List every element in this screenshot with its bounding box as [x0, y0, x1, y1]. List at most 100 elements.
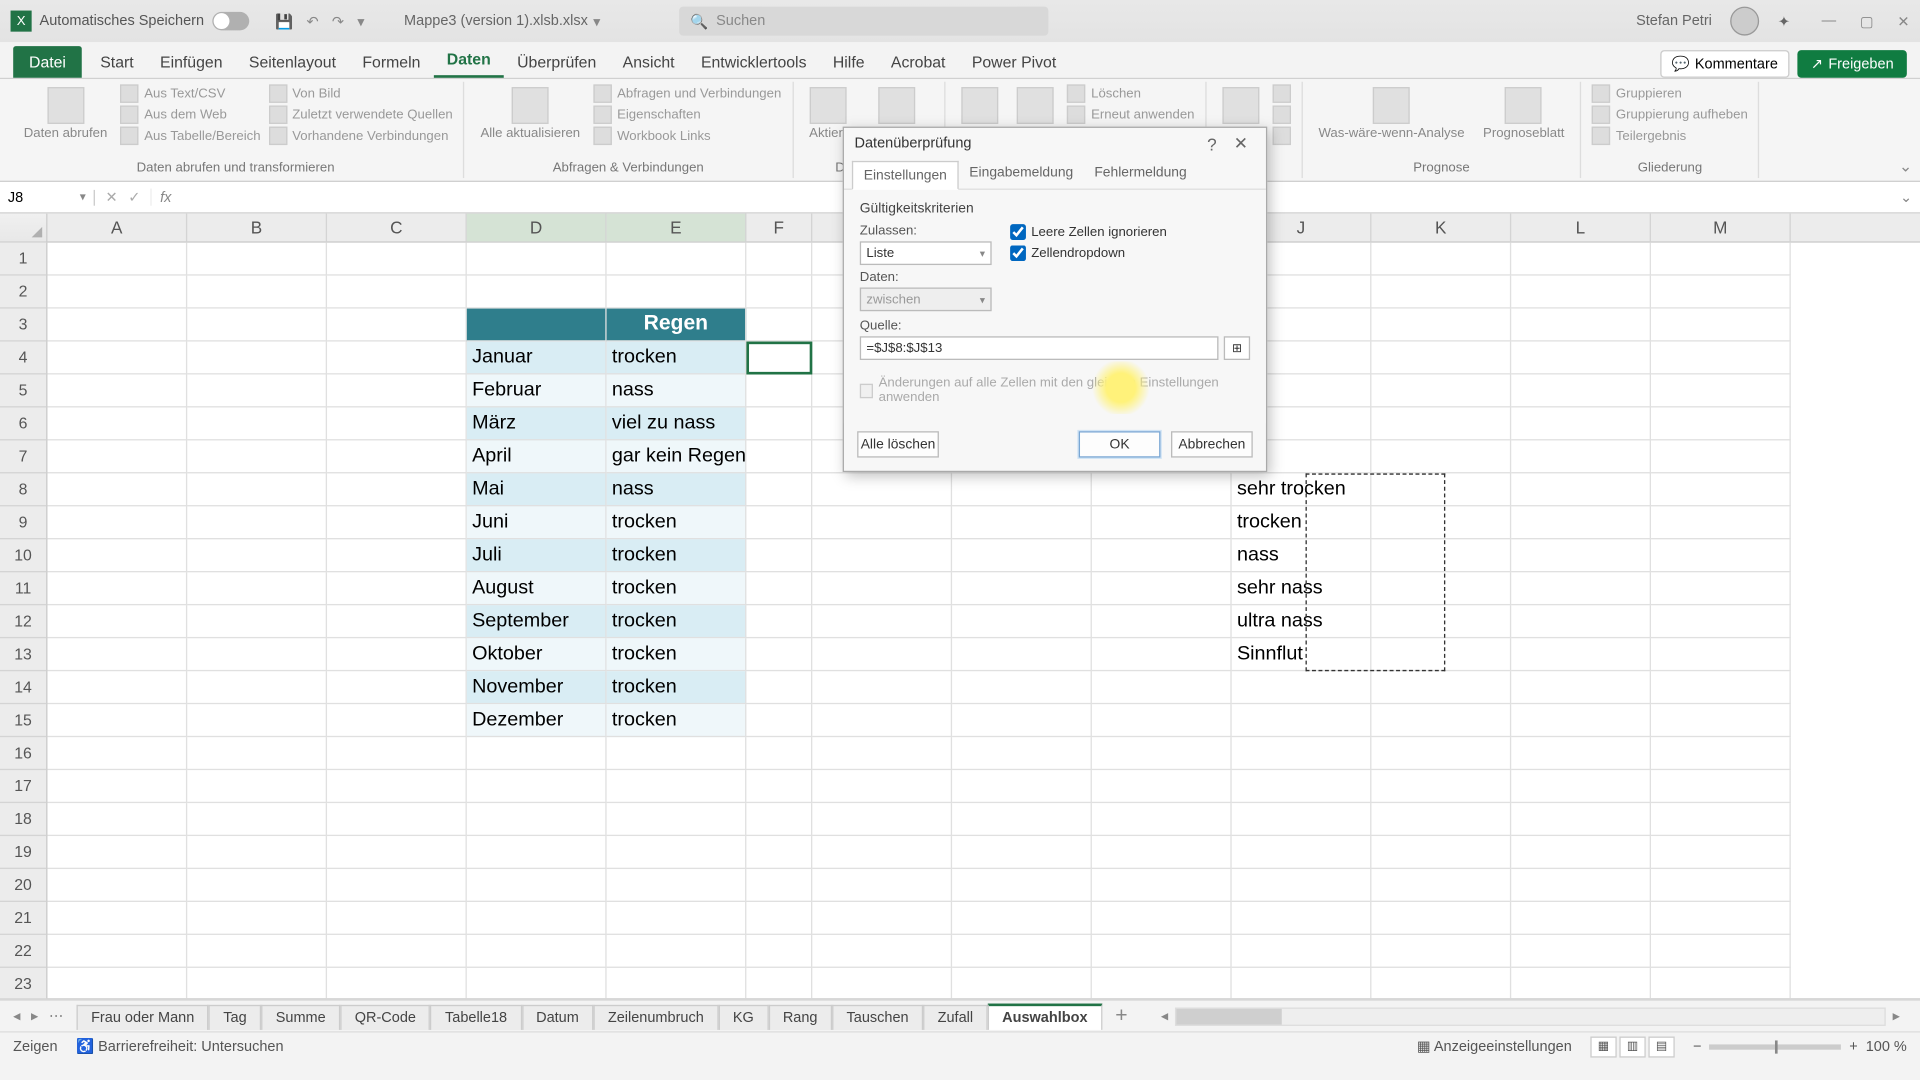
row-header-7[interactable]: 7	[0, 440, 46, 473]
row-header-8[interactable]: 8	[0, 473, 46, 506]
sheet-tab[interactable]: Tabelle18	[430, 1004, 521, 1029]
cell[interactable]	[812, 605, 952, 638]
cell[interactable]	[1511, 375, 1651, 408]
cell[interactable]	[746, 309, 812, 342]
cell[interactable]	[1092, 473, 1232, 506]
cell[interactable]	[47, 803, 187, 836]
cell[interactable]	[746, 671, 812, 704]
cell[interactable]	[187, 671, 327, 704]
cell[interactable]	[1651, 770, 1791, 803]
cell[interactable]	[47, 375, 187, 408]
cell[interactable]	[952, 605, 1092, 638]
cell[interactable]	[327, 869, 467, 902]
cell[interactable]	[327, 440, 467, 473]
cell[interactable]: Sinnflut	[1232, 638, 1372, 671]
cell[interactable]	[1371, 276, 1511, 309]
user-name[interactable]: Stefan Petri	[1636, 13, 1712, 29]
existing-connections[interactable]: Vorhandene Verbindungen	[268, 127, 452, 145]
cell[interactable]	[1371, 704, 1511, 737]
cell[interactable]	[327, 605, 467, 638]
cell[interactable]	[1651, 671, 1791, 704]
fx-icon[interactable]: fx	[152, 189, 179, 205]
cell[interactable]	[47, 968, 187, 1000]
cell[interactable]	[1092, 506, 1232, 539]
sheet-tab[interactable]: Zeilenumbruch	[593, 1004, 718, 1029]
redo-icon[interactable]: ↷	[332, 13, 344, 30]
cell[interactable]	[812, 869, 952, 902]
cell[interactable]: nass	[607, 473, 747, 506]
cell[interactable]	[952, 836, 1092, 869]
cell[interactable]	[327, 539, 467, 572]
cell[interactable]	[327, 638, 467, 671]
cancel-formula-icon[interactable]: ✕	[105, 189, 117, 206]
clear-filter[interactable]: Löschen	[1067, 84, 1194, 102]
cell[interactable]: Mai	[467, 473, 607, 506]
cell[interactable]	[1371, 836, 1511, 869]
cell[interactable]	[607, 737, 747, 770]
cell[interactable]	[1371, 243, 1511, 276]
cell[interactable]	[1511, 671, 1651, 704]
cell[interactable]	[1511, 539, 1651, 572]
cell[interactable]	[746, 407, 812, 440]
cell[interactable]	[327, 737, 467, 770]
cell[interactable]	[812, 704, 952, 737]
col-header-A[interactable]: A	[47, 214, 187, 242]
cell[interactable]	[1651, 572, 1791, 605]
cell[interactable]	[327, 506, 467, 539]
cell[interactable]	[812, 902, 952, 935]
dialog-tab-error-alert[interactable]: Fehlermeldung	[1084, 160, 1197, 189]
cell[interactable]	[1232, 968, 1372, 1000]
cell[interactable]	[1511, 276, 1651, 309]
cell[interactable]	[1511, 935, 1651, 968]
col-header-K[interactable]: K	[1371, 214, 1511, 242]
cell[interactable]	[746, 638, 812, 671]
cell[interactable]	[467, 770, 607, 803]
dialog-tab-input-message[interactable]: Eingabemeldung	[959, 160, 1084, 189]
cell[interactable]	[187, 407, 327, 440]
cell[interactable]	[1092, 968, 1232, 1000]
cell[interactable]: trocken	[607, 342, 747, 375]
cell[interactable]	[746, 605, 812, 638]
qat-more-icon[interactable]: ▾	[357, 13, 364, 30]
cell[interactable]	[1511, 243, 1651, 276]
row-header-4[interactable]: 4	[0, 342, 46, 375]
queries-connections[interactable]: Abfragen und Verbindungen	[593, 84, 781, 102]
cell[interactable]: November	[467, 671, 607, 704]
hscroll-left-icon[interactable]: ◂	[1154, 1007, 1175, 1024]
cell[interactable]	[746, 473, 812, 506]
hscroll-thumb[interactable]	[1176, 1008, 1281, 1024]
cell[interactable]	[1511, 968, 1651, 1000]
cell[interactable]	[47, 704, 187, 737]
row-header-19[interactable]: 19	[0, 836, 46, 869]
share-button[interactable]: ↗Freigeben	[1798, 50, 1907, 78]
sheet-tab[interactable]: QR-Code	[340, 1004, 430, 1029]
cell[interactable]	[1092, 671, 1232, 704]
cell[interactable]: Juli	[467, 539, 607, 572]
cell[interactable]	[47, 276, 187, 309]
cell[interactable]	[1371, 770, 1511, 803]
cell[interactable]	[1232, 935, 1372, 968]
view-page-layout-icon[interactable]: ▥	[1619, 1036, 1645, 1057]
from-web[interactable]: Aus dem Web	[121, 105, 261, 123]
cell[interactable]	[1511, 737, 1651, 770]
cell[interactable]	[746, 440, 812, 473]
row-header-9[interactable]: 9	[0, 506, 46, 539]
cell[interactable]	[952, 671, 1092, 704]
cell[interactable]	[467, 803, 607, 836]
tab-seitenlayout[interactable]: Seitenlayout	[236, 46, 349, 78]
reapply[interactable]: Erneut anwenden	[1067, 105, 1194, 123]
cell[interactable]	[47, 935, 187, 968]
hscroll-track[interactable]	[1175, 1007, 1886, 1025]
cell[interactable]	[1511, 836, 1651, 869]
cell[interactable]: viel zu nass	[607, 407, 747, 440]
cell[interactable]	[1651, 935, 1791, 968]
sort-az-button[interactable]	[957, 84, 1004, 126]
cell[interactable]	[1092, 869, 1232, 902]
cell[interactable]	[1371, 572, 1511, 605]
cell[interactable]	[327, 704, 467, 737]
cell[interactable]	[1371, 935, 1511, 968]
cell[interactable]	[47, 902, 187, 935]
cell[interactable]	[952, 869, 1092, 902]
cell[interactable]	[327, 309, 467, 342]
cell[interactable]: nass	[607, 375, 747, 408]
